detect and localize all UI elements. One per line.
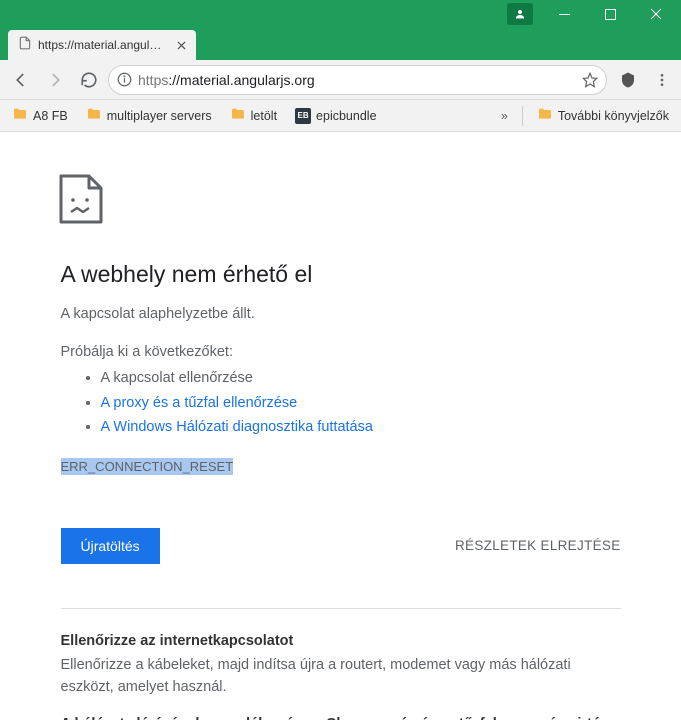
bookmark-star-icon[interactable] <box>582 72 598 88</box>
bookmark-label: További könyvjelzők <box>558 109 669 123</box>
tab-strip: https://material.angularjs <box>0 28 681 60</box>
suggestion-item: A Windows Hálózati diagnosztika futtatás… <box>101 415 621 440</box>
detail-heading: Ellenőrizze az internetkapcsolatot <box>61 633 621 649</box>
bookmark-label: multiplayer servers <box>107 109 212 123</box>
error-subtitle: A kapcsolat alaphelyzetbe állt. <box>61 306 621 322</box>
bookmark-folder[interactable]: multiplayer servers <box>82 103 216 128</box>
profile-button[interactable] <box>507 3 533 25</box>
divider <box>61 608 621 609</box>
window-maximize-button[interactable] <box>587 0 633 28</box>
favicon-icon: EB <box>295 108 311 124</box>
separator <box>522 106 523 126</box>
bookmarks-overflow-button[interactable]: » <box>497 109 512 123</box>
tab-close-button[interactable] <box>174 38 188 52</box>
error-code: ERR_CONNECTION_RESET <box>61 458 234 475</box>
bookmark-folder[interactable]: A8 FB <box>8 103 72 128</box>
other-bookmarks-folder[interactable]: További könyvjelzők <box>533 103 673 128</box>
address-bar[interactable]: https://material.angularjs.org <box>108 65 607 95</box>
detail-heading: A hálózat elérésének engedélyezése a Chr… <box>61 716 621 720</box>
bookmark-label: A8 FB <box>33 109 68 123</box>
suggestion-link[interactable]: A proxy és a tűzfal ellenőrzése <box>101 395 298 411</box>
suggestion-item: A kapcsolat ellenőrzése <box>101 366 621 391</box>
detail-text: Ellenőrizze a kábeleket, majd indítsa új… <box>61 655 621 699</box>
bookmarks-bar: A8 FB multiplayer servers letölt EB epic… <box>0 100 681 132</box>
page-icon <box>18 36 32 55</box>
toggle-details-button[interactable]: RÉSZLETEK ELREJTÉSE <box>455 538 621 553</box>
url-text: https://material.angularjs.org <box>138 72 576 88</box>
bookmark-folder[interactable]: letölt <box>226 103 281 128</box>
back-button[interactable] <box>6 65 36 95</box>
forward-button[interactable] <box>40 65 70 95</box>
bookmark-label: letölt <box>251 109 277 123</box>
error-heading: A webhely nem érhető el <box>61 261 621 288</box>
folder-icon <box>537 106 553 125</box>
sad-page-icon <box>57 172 621 231</box>
window-minimize-button[interactable] <box>541 0 587 28</box>
browser-tab[interactable]: https://material.angularjs <box>8 30 196 60</box>
suggestions-intro: Próbálja ki a következőket: <box>61 344 621 360</box>
browser-menu-button[interactable] <box>649 67 675 93</box>
folder-icon <box>86 106 102 125</box>
folder-icon <box>12 106 28 125</box>
folder-icon <box>230 106 246 125</box>
tab-title: https://material.angularjs <box>38 38 168 52</box>
site-info-icon[interactable] <box>117 72 132 87</box>
extension-ublock-icon[interactable] <box>615 67 641 93</box>
window-close-button[interactable] <box>633 0 679 28</box>
browser-toolbar: https://material.angularjs.org <box>0 60 681 100</box>
reload-page-button[interactable]: Újratöltés <box>61 528 160 564</box>
suggestion-item: A proxy és a tűzfal ellenőrzése <box>101 391 621 416</box>
suggestions-list: A kapcsolat ellenőrzése A proxy és a tűz… <box>61 366 621 440</box>
page-viewport[interactable]: A webhely nem érhető el A kapcsolat alap… <box>0 132 681 720</box>
bookmark-link[interactable]: EB epicbundle <box>291 105 380 127</box>
reload-button[interactable] <box>74 65 104 95</box>
error-page: A webhely nem érhető el A kapcsolat alap… <box>41 132 641 720</box>
suggestion-link[interactable]: A Windows Hálózati diagnosztika futtatás… <box>101 419 373 435</box>
window-titlebar <box>0 0 681 28</box>
bookmark-label: epicbundle <box>316 109 376 123</box>
